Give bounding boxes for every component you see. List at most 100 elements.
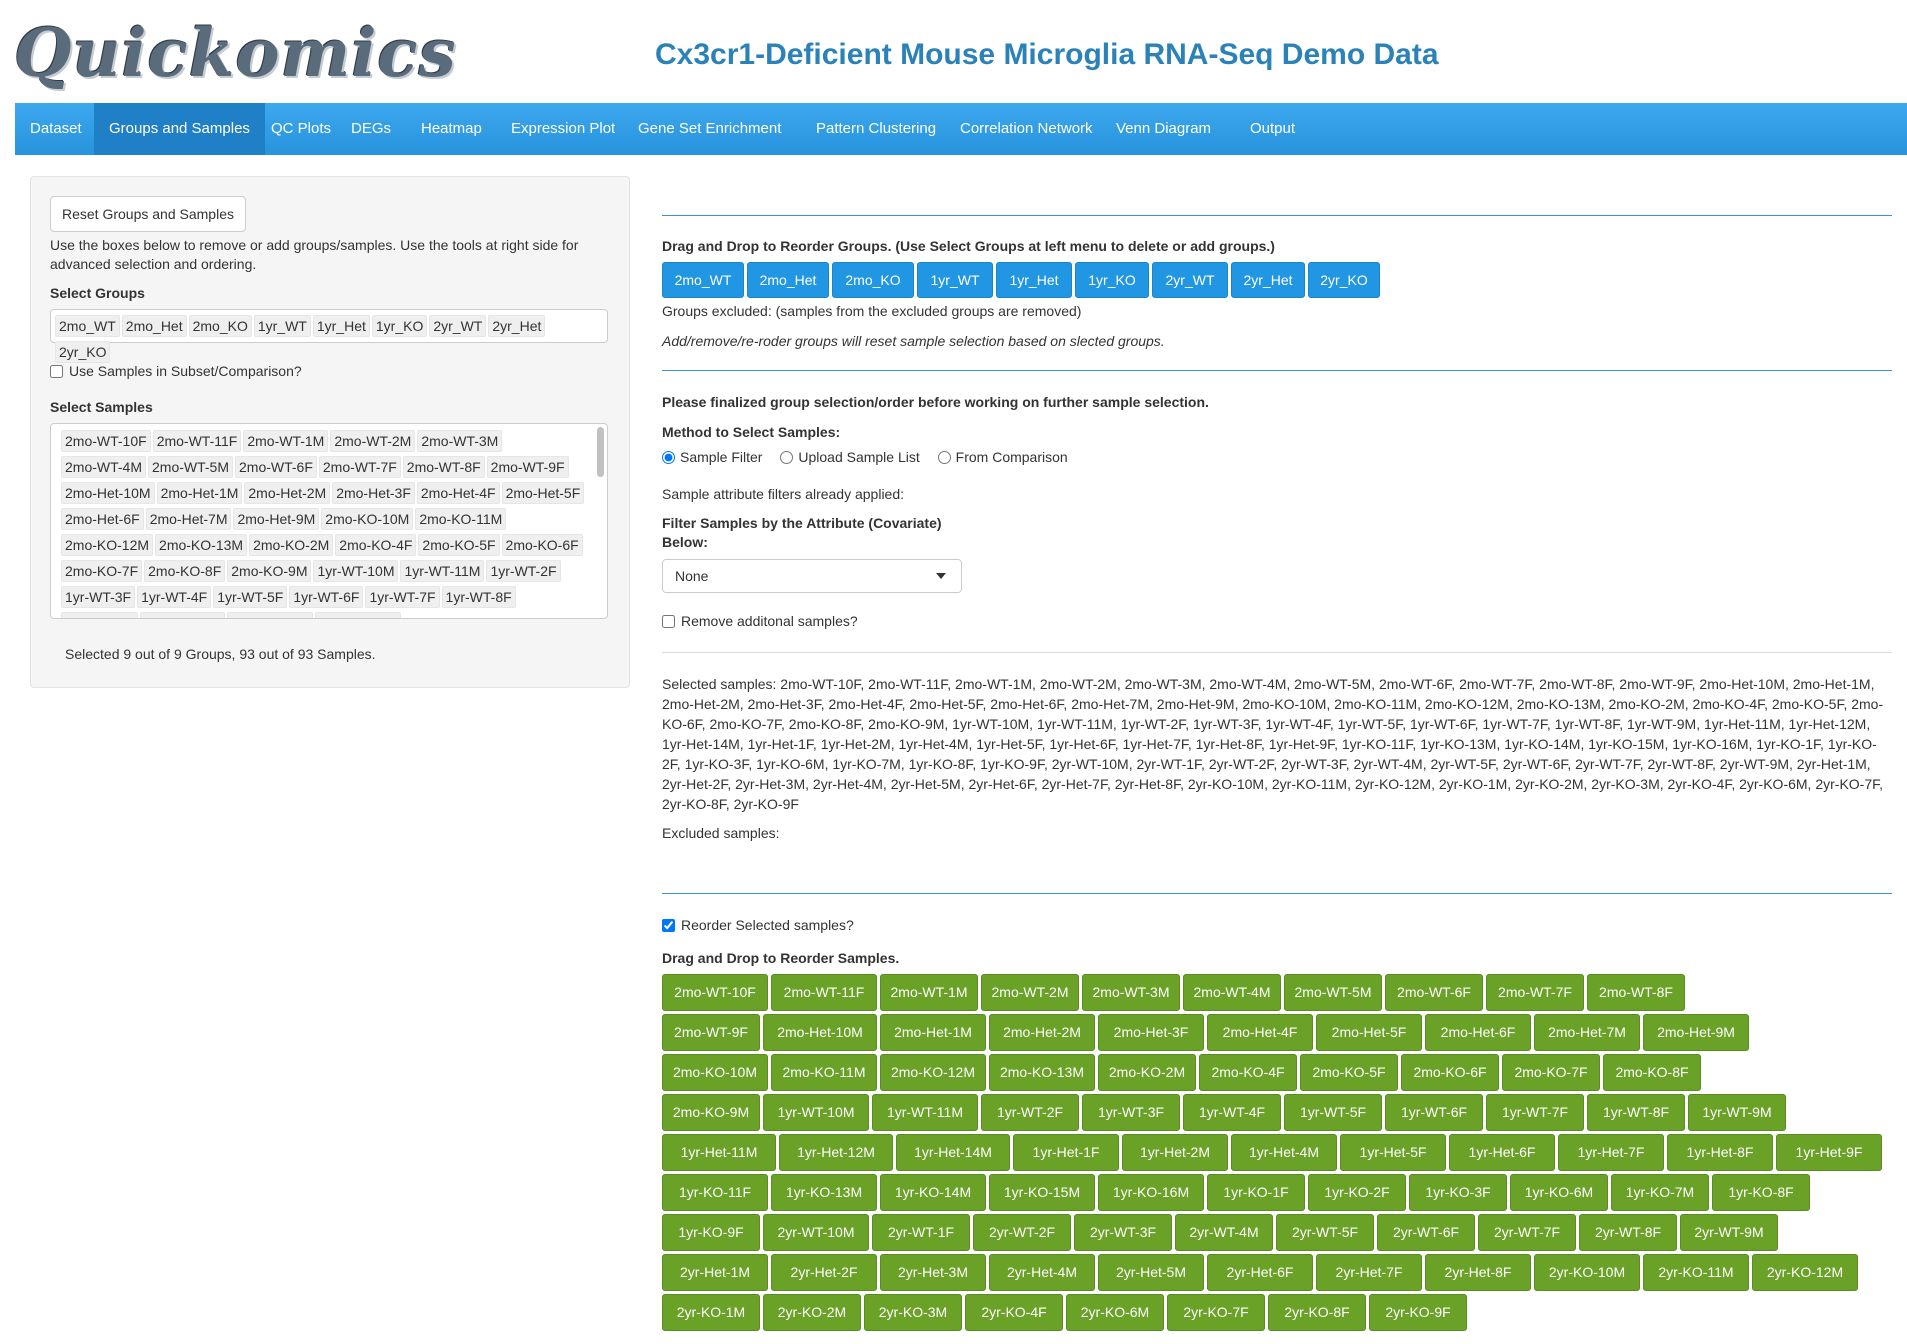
sample-order-button[interactable]: 1yr-KO-8F (1712, 1174, 1810, 1211)
sample-order-button[interactable]: 1yr-KO-16M (1098, 1174, 1204, 1211)
sample-order-button[interactable]: 2yr-Het-6F (1207, 1254, 1313, 1291)
sample-chip[interactable]: 2mo-WT-2M (330, 430, 416, 452)
group-order-button[interactable]: 1yr_KO (1075, 262, 1149, 298)
sample-order-button[interactable]: 2mo-Het-3F (1098, 1014, 1204, 1051)
nav-tab-heatmap[interactable]: Heatmap (406, 103, 497, 155)
sample-order-button[interactable]: 1yr-Het-7F (1558, 1134, 1664, 1171)
sample-chip[interactable]: 1yr-WT-4F (137, 586, 212, 608)
group-order-button[interactable]: 2mo_Het (747, 262, 829, 298)
sample-order-button[interactable]: 2yr-WT-7F (1478, 1214, 1576, 1251)
sample-order-button[interactable]: 2mo-KO-2M (1098, 1054, 1196, 1091)
sample-order-button[interactable]: 1yr-Het-6F (1449, 1134, 1555, 1171)
sample-order-button[interactable]: 2yr-KO-11M (1643, 1254, 1749, 1291)
group-chip[interactable]: 1yr_WT (253, 315, 311, 337)
sample-chip[interactable]: 2mo-KO-2M (249, 534, 334, 556)
reorder-samples-checkbox[interactable]: Reorder Selected samples? (662, 917, 854, 933)
sample-chip[interactable]: 1yr-WT-3F (61, 586, 136, 608)
group-chip[interactable]: 2mo_Het (121, 315, 187, 337)
sample-order-button[interactable]: 1yr-KO-6M (1510, 1174, 1608, 1211)
sample-chip[interactable]: 1yr-WT-5F (213, 586, 288, 608)
sample-chip[interactable]: 2mo-KO-9M (227, 560, 312, 582)
sample-chip[interactable]: 2mo-KO-4F (335, 534, 417, 556)
reorder-samples-checkbox-input[interactable] (662, 918, 675, 932)
sample-order-button[interactable]: 2mo-KO-8F (1603, 1054, 1701, 1091)
sample-chip[interactable]: 2mo-Het-9M (233, 508, 320, 530)
sample-order-button[interactable]: 2mo-WT-4M (1183, 974, 1281, 1011)
sample-order-button[interactable]: 1yr-WT-3F (1082, 1094, 1180, 1131)
remove-additional-checkbox-input[interactable] (662, 614, 675, 628)
covariate-select[interactable]: None (662, 559, 962, 593)
sample-order-button[interactable]: 1yr-WT-5F (1284, 1094, 1382, 1131)
sample-order-button[interactable]: 2yr-KO-6M (1066, 1294, 1164, 1331)
sample-order-button[interactable]: 2mo-WT-5M (1284, 974, 1382, 1011)
sample-order-button[interactable]: 2mo-KO-11M (771, 1054, 877, 1091)
nav-tab-output[interactable]: Output (1235, 103, 1310, 155)
sample-chip[interactable]: 1yr-WT-10M (313, 560, 399, 582)
select-samples-input[interactable]: 2mo-WT-10F 2mo-WT-11F 2mo-WT-1M 2mo-WT-2M 2m… (50, 423, 608, 619)
sample-order-button[interactable]: 2mo-Het-5F (1316, 1014, 1422, 1051)
sample-order-button[interactable]: 2yr-WT-3F (1074, 1214, 1172, 1251)
sample-order-button[interactable]: 2mo-WT-7F (1486, 974, 1584, 1011)
group-chip[interactable]: 2yr_Het (488, 315, 546, 337)
sample-chip[interactable]: 2mo-KO-12M (61, 534, 154, 556)
sample-order-button[interactable]: 2yr-KO-4F (965, 1294, 1063, 1331)
sample-order-button[interactable]: 2mo-Het-10M (763, 1014, 877, 1051)
sample-order-button[interactable]: 2yr-WT-9M (1680, 1214, 1778, 1251)
sample-chip[interactable]: 2mo-Het-3F (332, 482, 415, 504)
sample-order-button[interactable]: 1yr-KO-13M (771, 1174, 877, 1211)
sample-order-button[interactable]: 1yr-WT-9M (1688, 1094, 1786, 1131)
sample-chip[interactable]: 2mo-Het-4F (416, 482, 500, 504)
sample-order-button[interactable]: 2mo-KO-4F (1199, 1054, 1297, 1091)
radio-sample-filter-input[interactable] (662, 450, 675, 464)
sample-order-button[interactable]: 2mo-Het-1M (880, 1014, 986, 1051)
samples-scrollbar[interactable] (597, 427, 604, 477)
sample-chip[interactable]: 2mo-WT-8F (402, 456, 485, 478)
sample-order-button[interactable]: 2mo-KO-10M (662, 1054, 768, 1091)
sample-order-button[interactable]: 2yr-KO-9F (1369, 1294, 1467, 1331)
use-subset-checkbox[interactable]: Use Samples in Subset/Comparison? (50, 363, 302, 379)
nav-tab-pattern-clustering[interactable]: Pattern Clustering (801, 103, 951, 155)
sample-chip[interactable]: 1yr-WT-8F (441, 586, 516, 608)
sample-chip[interactable]: 2mo-WT-9F (486, 456, 569, 478)
sample-order-button[interactable]: 1yr-Het-9F (1776, 1134, 1882, 1171)
sample-order-button[interactable]: 1yr-WT-8F (1587, 1094, 1685, 1131)
sample-order-button[interactable]: 2mo-WT-8F (1587, 974, 1685, 1011)
sample-order-button[interactable]: 1yr-WT-7F (1486, 1094, 1584, 1131)
sample-order-button[interactable]: 1yr-WT-6F (1385, 1094, 1483, 1131)
sample-chip[interactable]: 2mo-WT-7F (318, 456, 401, 478)
sample-chip[interactable]: 2mo-WT-1M (243, 430, 329, 452)
sample-chip[interactable]: 2mo-Het-7M (145, 508, 232, 530)
sample-order-button[interactable]: 2yr-KO-3M (864, 1294, 962, 1331)
sample-order-button[interactable]: 1yr-KO-3F (1409, 1174, 1507, 1211)
sample-chip[interactable]: 2mo-KO-8F (144, 560, 226, 582)
sample-chip[interactable]: 2mo-WT-10F (61, 430, 151, 452)
sample-order-button[interactable]: 1yr-Het-1F (1013, 1134, 1119, 1171)
sample-chip[interactable]: 1yr-Het-11M (140, 612, 225, 618)
sample-chip[interactable]: 2mo-WT-3M (417, 430, 503, 452)
sample-chip[interactable]: 2mo-WT-11F (152, 430, 242, 452)
group-chip[interactable]: 1yr_Het (312, 315, 370, 337)
sample-order-button[interactable]: 2mo-Het-9M (1643, 1014, 1749, 1051)
sample-order-button[interactable]: 2mo-KO-7F (1502, 1054, 1600, 1091)
sample-order-button[interactable]: 1yr-WT-2F (981, 1094, 1079, 1131)
sample-order-button[interactable]: 1yr-KO-14M (880, 1174, 986, 1211)
radio-from-comparison[interactable]: From Comparison (937, 449, 1068, 465)
sample-order-button[interactable]: 1yr-Het-5F (1340, 1134, 1446, 1171)
sample-chip[interactable]: 2mo-WT-5M (148, 456, 233, 478)
use-subset-checkbox-input[interactable] (50, 364, 63, 378)
sample-order-button[interactable]: 1yr-KO-15M (989, 1174, 1095, 1211)
group-order-button[interactable]: 1yr_WT (917, 262, 993, 298)
sample-order-button[interactable]: 2yr-KO-7F (1167, 1294, 1265, 1331)
sample-chip[interactable]: 2mo-Het-5F (501, 482, 585, 504)
sample-chip[interactable]: 1yr-Het-12M (226, 612, 313, 618)
sample-order-button[interactable]: 1yr-WT-11M (872, 1094, 978, 1131)
sample-order-button[interactable]: 2yr-KO-8F (1268, 1294, 1366, 1331)
sample-chip[interactable]: 2mo-Het-1M (156, 482, 243, 504)
nav-tab-qc-plots[interactable]: QC Plots (256, 103, 346, 155)
radio-comparison-input[interactable] (937, 450, 951, 464)
sample-chip[interactable]: 2mo-KO-5F (418, 534, 500, 556)
nav-tab-venn-diagram[interactable]: Venn Diagram (1101, 103, 1226, 155)
nav-tab-degs[interactable]: DEGs (336, 103, 406, 155)
sample-order-button[interactable]: 1yr-KO-11F (662, 1174, 768, 1211)
sample-chip[interactable]: 1yr-WT-7F (365, 586, 440, 608)
